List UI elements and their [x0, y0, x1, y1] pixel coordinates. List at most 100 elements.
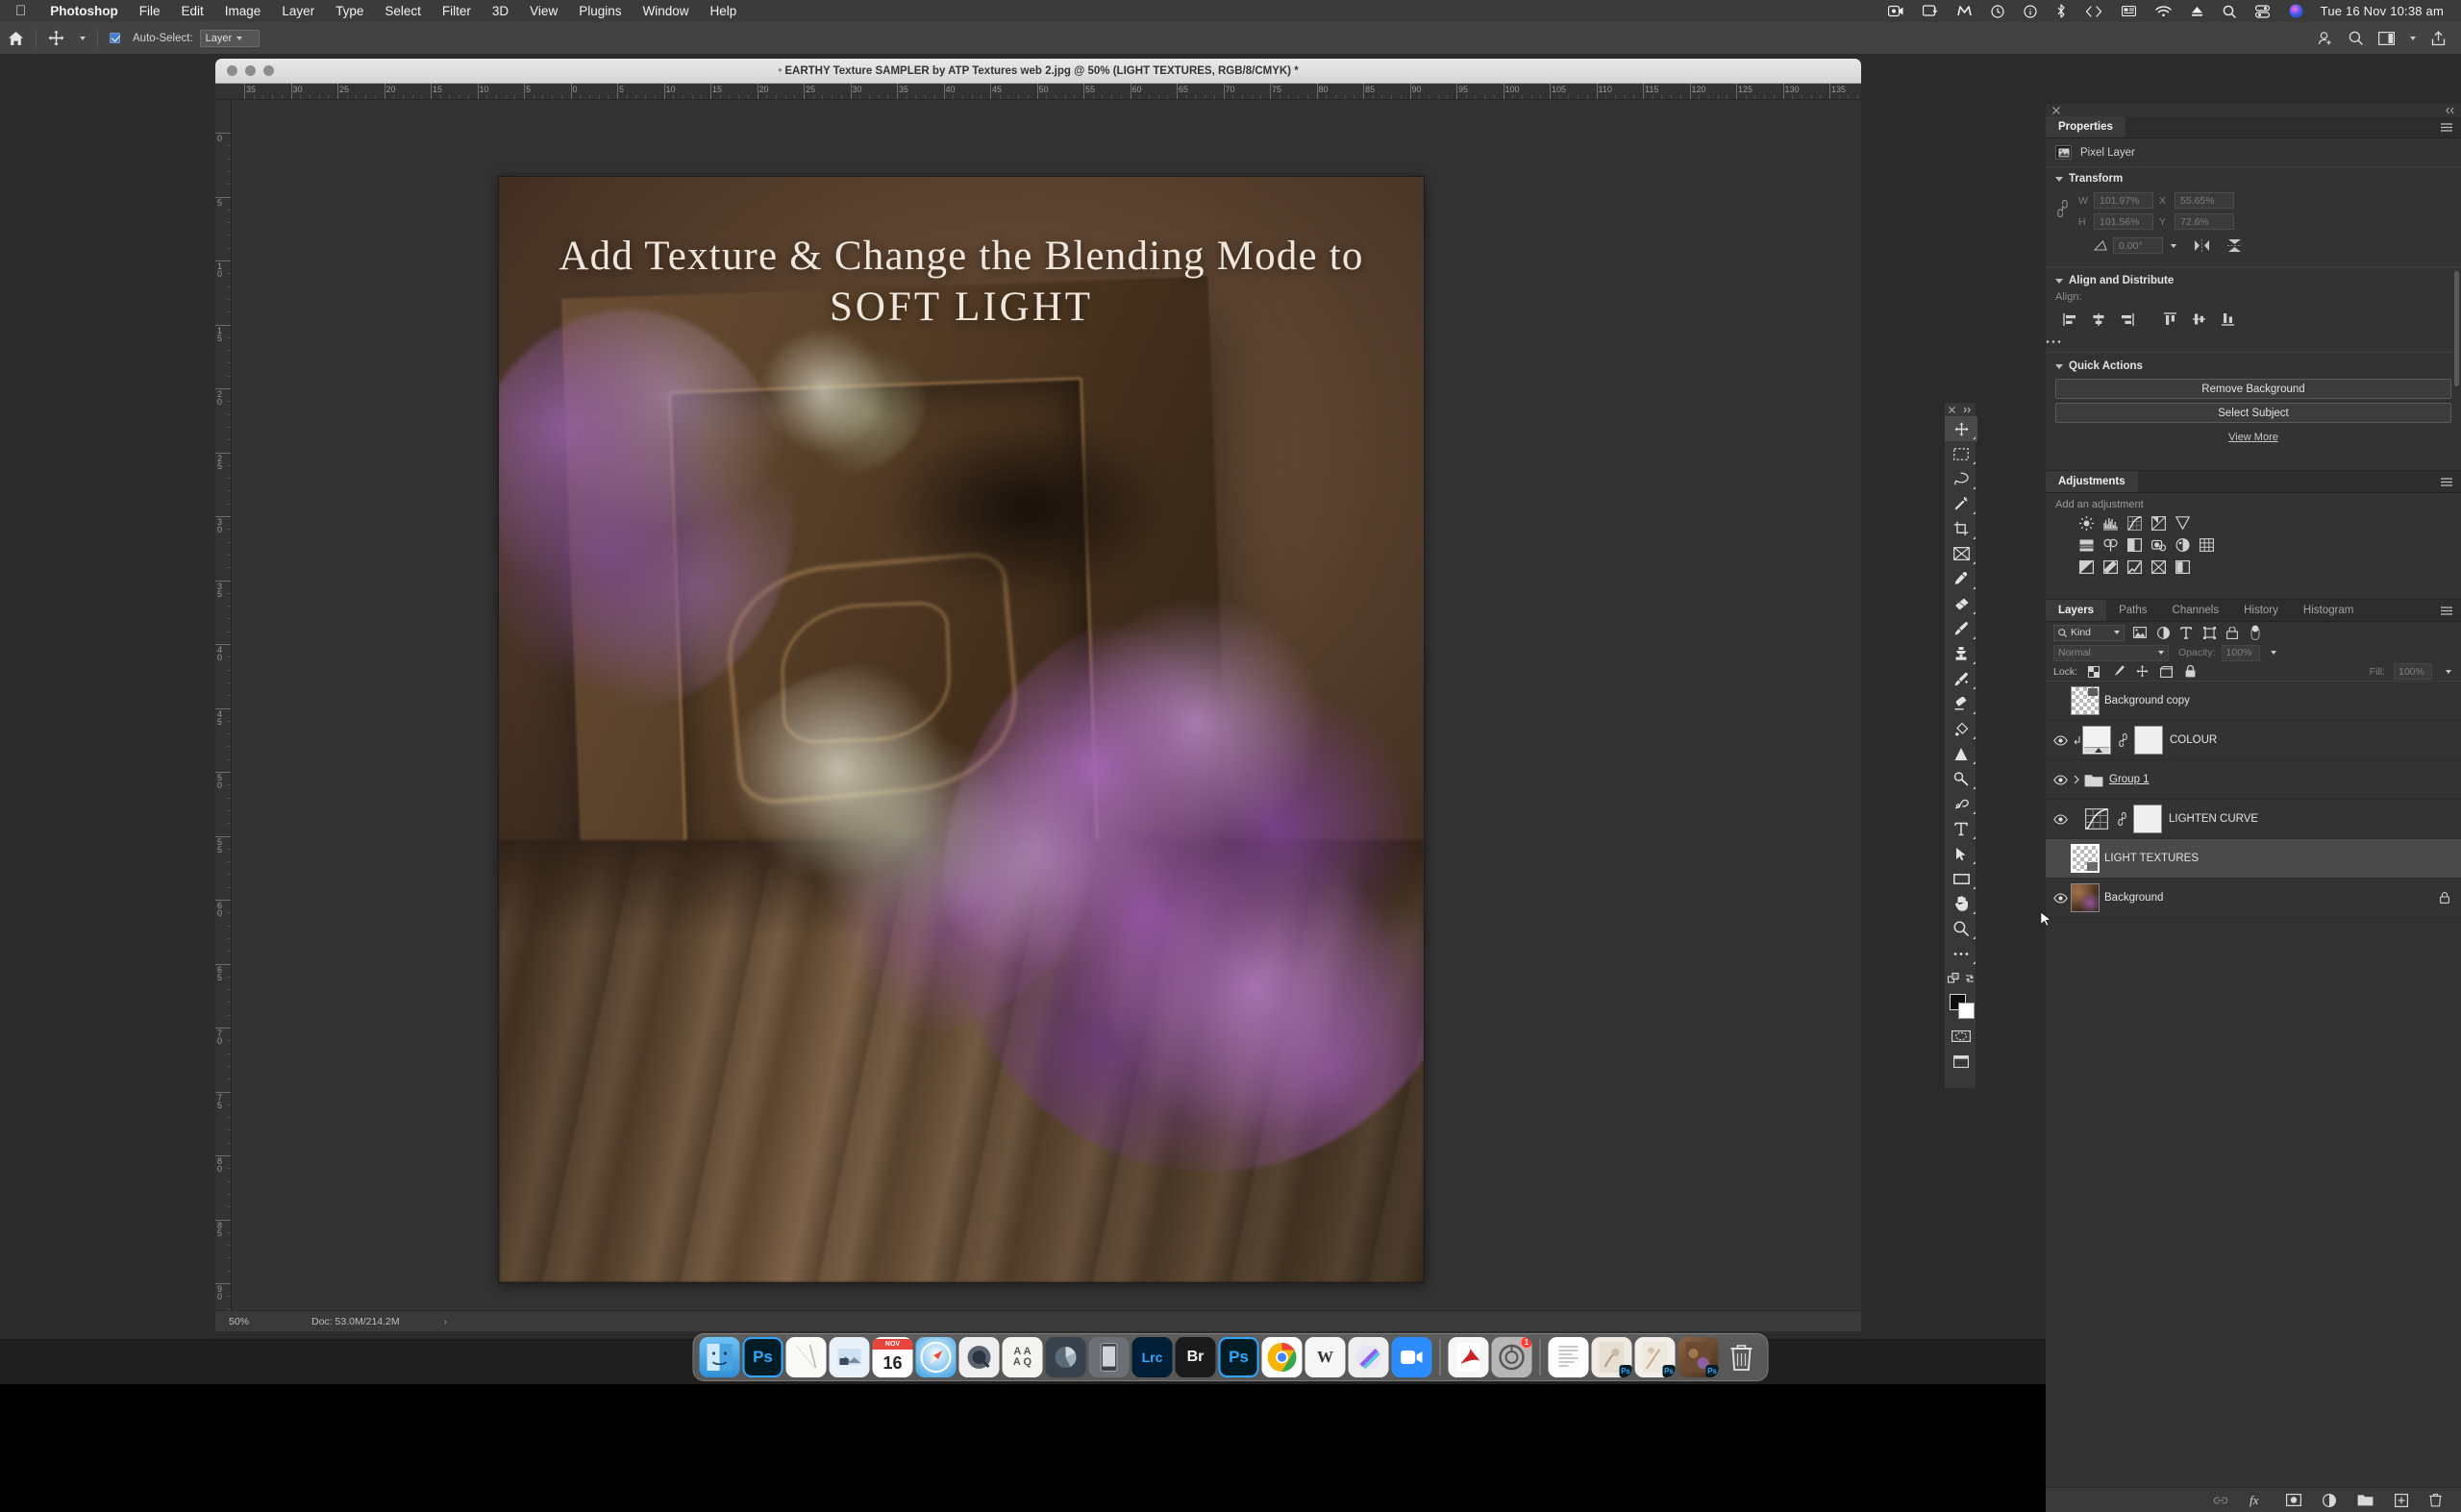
- code-brackets-icon[interactable]: [2076, 0, 2112, 22]
- select-subject-button[interactable]: Select Subject: [2055, 403, 2451, 423]
- screen-record-icon[interactable]: [1878, 0, 1913, 22]
- menu-item-plugins[interactable]: Plugins: [568, 4, 632, 18]
- mask-link-icon[interactable]: [2115, 812, 2129, 826]
- selective-color-icon[interactable]: [2175, 559, 2190, 575]
- menu-item-edit[interactable]: Edit: [171, 4, 214, 18]
- window-traffic-lights[interactable]: [215, 65, 274, 76]
- layer-thumbnail[interactable]: [2071, 844, 2100, 873]
- filter-toggle-icon[interactable]: [2248, 625, 2263, 640]
- healing-brush-tool[interactable]: [1945, 591, 1977, 616]
- table-row[interactable]: Background copy: [2046, 682, 2461, 721]
- vertical-ruler[interactable]: 05101520253035404550556065707580859095: [215, 100, 232, 1331]
- document-title-bar[interactable]: •EARTHY Texture SAMPLER by ATP Textures …: [215, 59, 1861, 84]
- workspace-icon[interactable]: [2371, 22, 2402, 55]
- opacity-slider-icon[interactable]: [2271, 651, 2276, 655]
- news-icon[interactable]: [2112, 0, 2146, 22]
- align-more-icon[interactable]: [2046, 339, 2461, 352]
- minimize-window-button[interactable]: [245, 65, 256, 76]
- menu-item-photoshop[interactable]: Photoshop: [39, 4, 129, 18]
- canvas-area[interactable]: Add Texture & Change the Blending Mode t…: [232, 100, 1861, 1331]
- menu-item-window[interactable]: Window: [632, 4, 699, 18]
- dock-item-notes[interactable]: [786, 1337, 827, 1377]
- layer-name[interactable]: COLOUR: [2170, 734, 2217, 746]
- lock-image-icon[interactable]: [2110, 664, 2125, 680]
- group-expand-arrow[interactable]: [2071, 775, 2082, 784]
- brush-tool[interactable]: [1945, 616, 1977, 641]
- table-row[interactable]: COLOUR: [2046, 721, 2461, 760]
- tool-preset-chevron-icon[interactable]: [72, 22, 93, 55]
- align-right-icon[interactable]: [2113, 309, 2142, 330]
- close-icon[interactable]: [1949, 407, 1955, 413]
- vibrance-icon[interactable]: [2175, 515, 2190, 531]
- collapse-icon[interactable]: [2445, 107, 2454, 114]
- filter-shape-icon[interactable]: [2201, 625, 2217, 640]
- fill-slider-icon[interactable]: [2446, 670, 2451, 674]
- crop-tool[interactable]: [1945, 516, 1977, 541]
- close-window-button[interactable]: [227, 65, 237, 76]
- layer-name[interactable]: Group 1: [2109, 774, 2150, 785]
- link-wh-icon[interactable]: [2057, 200, 2068, 217]
- filter-pixel-icon[interactable]: [2132, 625, 2148, 640]
- dock-item-photoshop[interactable]: Ps: [743, 1337, 783, 1377]
- layer-name[interactable]: Background: [2104, 892, 2163, 904]
- dock-item-calendar[interactable]: NOV 16: [873, 1337, 913, 1377]
- rectangular-marquee-tool[interactable]: [1945, 441, 1977, 466]
- layer-mask-thumbnail[interactable]: [2133, 805, 2162, 833]
- layer-name[interactable]: LIGHT TEXTURES: [2104, 853, 2199, 864]
- menu-item-file[interactable]: File: [129, 4, 171, 18]
- angle-dropdown-icon[interactable]: [2171, 244, 2176, 248]
- maximize-window-button[interactable]: [263, 65, 274, 76]
- horizontal-ruler[interactable]: 3530252015105051015202530354045505560657…: [215, 84, 1861, 100]
- dock-item-finder[interactable]: [700, 1337, 740, 1377]
- lasso-tool[interactable]: [1945, 466, 1977, 491]
- dock-minimized-document-1[interactable]: [1549, 1337, 1589, 1377]
- panel-menu-icon[interactable]: [2441, 116, 2461, 137]
- dock-item-capture-one[interactable]: [1046, 1337, 1086, 1377]
- type-tool[interactable]: [1945, 816, 1977, 841]
- zoom-level[interactable]: 50%: [215, 1316, 271, 1327]
- color-balance-icon[interactable]: [2102, 537, 2118, 553]
- background-color-swatch[interactable]: [1958, 1003, 1975, 1019]
- filter-smart-icon[interactable]: [2225, 625, 2240, 640]
- frame-tool[interactable]: [1945, 541, 1977, 566]
- dock-item-simulator[interactable]: [1089, 1337, 1130, 1377]
- layer-thumbnail[interactable]: [2071, 686, 2100, 715]
- dock-minimized-photoshop-doc-3[interactable]: Ps: [1678, 1337, 1719, 1377]
- black-white-icon[interactable]: [2126, 537, 2142, 553]
- new-group-icon[interactable]: [2357, 1494, 2374, 1506]
- share-user-icon[interactable]: [2310, 22, 2341, 55]
- new-adjustment-layer-icon[interactable]: [2323, 1494, 2336, 1507]
- apple-menu-icon[interactable]: : [0, 4, 39, 18]
- siri-icon[interactable]: [2279, 0, 2313, 22]
- gradient-map-icon[interactable]: [2150, 559, 2166, 575]
- properties-scrollbar[interactable]: [2454, 271, 2459, 386]
- layer-visibility-toggle[interactable]: [2050, 735, 2071, 746]
- align-section-header[interactable]: Align and Distribute: [2046, 267, 2461, 289]
- menu-item-type[interactable]: Type: [325, 4, 374, 18]
- posterize-icon[interactable]: [2102, 559, 2118, 575]
- dock-item-preview[interactable]: [830, 1337, 870, 1377]
- link-layers-icon[interactable]: [2213, 1496, 2228, 1505]
- remove-background-button[interactable]: Remove Background: [2055, 379, 2451, 399]
- add-layer-style-icon[interactable]: fx: [2250, 1494, 2265, 1507]
- fill-value[interactable]: 100%: [2394, 663, 2432, 680]
- flip-vertical-icon[interactable]: [2227, 238, 2242, 253]
- expand-icon[interactable]: [1963, 407, 1972, 413]
- zoom-tool[interactable]: [1945, 916, 1977, 941]
- clone-stamp-tool[interactable]: [1945, 641, 1977, 666]
- dock-item-font-book[interactable]: A AA Q: [1003, 1337, 1043, 1377]
- panel-menu-icon[interactable]: [2441, 600, 2461, 621]
- dock-item-bridge[interactable]: Br: [1176, 1337, 1216, 1377]
- rectangle-tool[interactable]: [1945, 866, 1977, 891]
- exposure-icon[interactable]: [2150, 515, 2166, 531]
- table-row[interactable]: LIGHT TEXTURES: [2046, 839, 2461, 879]
- filter-kind-dropdown[interactable]: Kind: [2053, 625, 2125, 641]
- edit-toolbar-tool[interactable]: [1945, 941, 1977, 966]
- pen-tool[interactable]: [1945, 791, 1977, 816]
- dock-item-wacom[interactable]: W: [1305, 1337, 1346, 1377]
- layer-mask-thumbnail[interactable]: [2134, 726, 2163, 755]
- menu-item-view[interactable]: View: [519, 4, 568, 18]
- dock-item-zoom[interactable]: [1392, 1337, 1432, 1377]
- menu-item-3d[interactable]: 3D: [482, 4, 519, 18]
- dodge-tool[interactable]: [1945, 766, 1977, 791]
